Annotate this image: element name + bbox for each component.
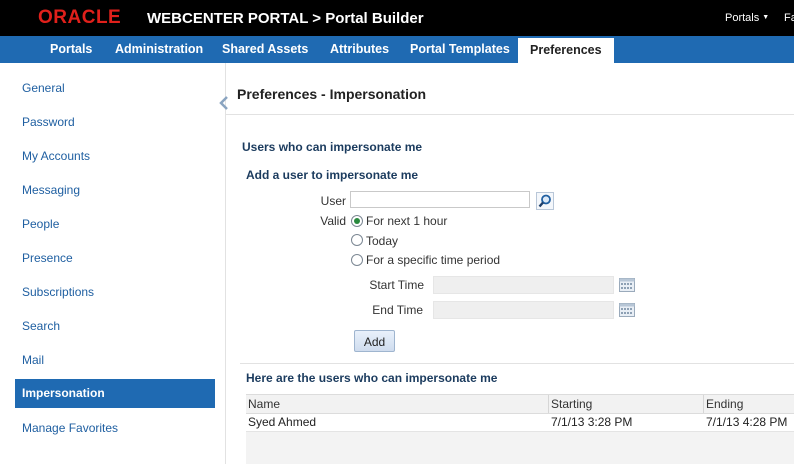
user-label: User (320, 194, 346, 208)
calendar-icon (619, 278, 635, 292)
table-header: Name Starting Ending (246, 394, 794, 414)
sidebar: General Password My Accounts Messaging P… (0, 63, 226, 464)
tab-portal-templates[interactable]: Portal Templates (410, 36, 510, 63)
cell-starting: 7/1/13 3:28 PM (551, 415, 633, 429)
column-divider (703, 395, 704, 413)
page-title: Preferences - Impersonation (237, 86, 427, 102)
sidebar-item-impersonation[interactable]: Impersonation (15, 379, 215, 408)
oracle-logo: ORACLE (38, 7, 122, 28)
start-time-input (433, 276, 614, 294)
start-time-label: Start Time (369, 278, 424, 292)
end-time-label: End Time (372, 303, 423, 317)
column-header-starting[interactable]: Starting (551, 397, 592, 411)
column-divider (548, 395, 549, 413)
search-icon[interactable] (536, 192, 554, 210)
portals-menu[interactable]: Portals ▼ (725, 11, 769, 25)
section-title: Users who can impersonate me (242, 140, 423, 154)
sidebar-item-general[interactable]: General (22, 81, 65, 95)
sidebar-item-people[interactable]: People (22, 217, 59, 231)
title-divider (226, 114, 794, 115)
calendar-icon (619, 303, 635, 317)
main-nav: Portals Administration Shared Assets Att… (0, 36, 794, 63)
radio-today-label: Today (366, 234, 399, 248)
sidebar-item-subscriptions[interactable]: Subscriptions (22, 285, 94, 299)
favorites-menu-cut[interactable]: Fa (784, 11, 794, 25)
cell-name: Syed Ahmed (248, 415, 317, 429)
form-divider (240, 363, 794, 364)
radio-today[interactable] (351, 234, 363, 246)
radio-next-hour-label: For next 1 hour (366, 214, 448, 228)
sidebar-item-presence[interactable]: Presence (22, 251, 73, 265)
tab-preferences[interactable]: Preferences (518, 36, 614, 63)
add-user-heading: Add a user to impersonate me (246, 168, 419, 182)
caret-down-icon: ▼ (762, 14, 770, 21)
sidebar-item-mail[interactable]: Mail (22, 353, 44, 367)
radio-next-hour[interactable] (351, 215, 363, 227)
cell-ending: 7/1/13 4:28 PM (706, 415, 788, 429)
top-header: ORACLE WEBCENTER PORTAL > Portal Builder… (0, 0, 794, 36)
sidebar-item-search[interactable]: Search (22, 319, 60, 333)
table-empty-area (246, 432, 794, 464)
add-button[interactable]: Add (354, 330, 395, 352)
table-title: Here are the users who can impersonate m… (246, 371, 498, 385)
user-input[interactable] (350, 191, 530, 208)
tab-portals[interactable]: Portals (50, 36, 92, 63)
sidebar-item-password[interactable]: Password (22, 115, 75, 129)
portals-menu-label[interactable]: Portals (725, 12, 759, 24)
app-title: WEBCENTER PORTAL > Portal Builder (147, 10, 424, 27)
column-header-name[interactable]: Name (248, 397, 280, 411)
tab-shared-assets[interactable]: Shared Assets (222, 36, 308, 63)
radio-specific-period-label: For a specific time period (366, 253, 501, 267)
radio-specific-period[interactable] (351, 254, 363, 266)
tab-attributes[interactable]: Attributes (330, 36, 389, 63)
sidebar-item-manage-favorites[interactable]: Manage Favorites (22, 421, 118, 435)
table-row[interactable]: Syed Ahmed 7/1/13 3:28 PM 7/1/13 4:28 PM (246, 413, 794, 432)
chevron-left-icon[interactable] (219, 96, 229, 112)
valid-label: Valid (320, 214, 346, 228)
sidebar-item-messaging[interactable]: Messaging (22, 183, 80, 197)
tab-administration[interactable]: Administration (115, 36, 203, 63)
column-header-ending[interactable]: Ending (706, 397, 743, 411)
end-time-input (433, 301, 614, 319)
sidebar-item-my-accounts[interactable]: My Accounts (22, 149, 90, 163)
